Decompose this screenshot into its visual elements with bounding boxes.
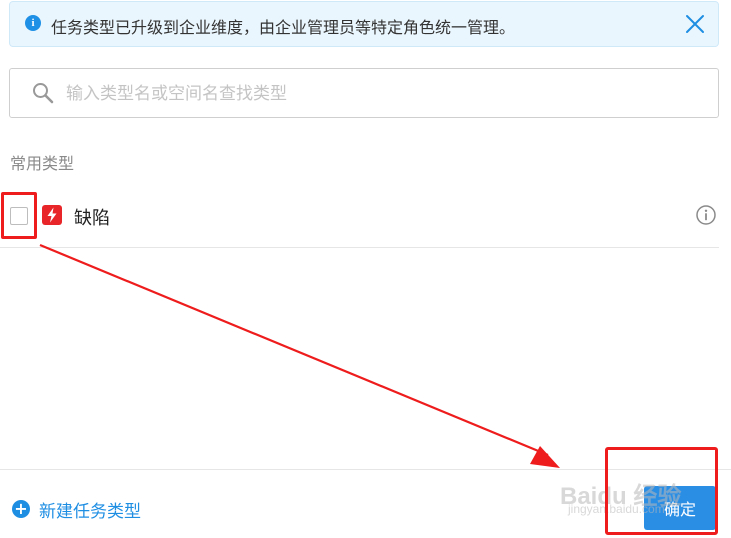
new-task-type-label: 新建任务类型 bbox=[39, 502, 141, 522]
info-icon: i bbox=[25, 15, 41, 31]
type-checkbox[interactable] bbox=[10, 207, 28, 225]
type-label: 缺陷 bbox=[74, 208, 110, 229]
notice-banner: i 任务类型已升级到企业维度，由企业管理员等特定角色统一管理。 bbox=[9, 1, 719, 47]
lightning-bolt-icon bbox=[42, 205, 62, 225]
info-circle-icon[interactable] bbox=[695, 204, 717, 226]
notice-text: 任务类型已升级到企业维度，由企业管理员等特定角色统一管理。 bbox=[51, 18, 516, 37]
search-box bbox=[9, 68, 719, 118]
type-row[interactable]: 缺陷 bbox=[0, 186, 719, 248]
plus-circle-icon: + bbox=[12, 500, 30, 518]
section-title: 常用类型 bbox=[10, 154, 75, 173]
confirm-button[interactable]: 确定 bbox=[644, 486, 716, 530]
footer: + 新建任务类型 确定 bbox=[0, 469, 731, 538]
close-icon[interactable] bbox=[683, 12, 707, 36]
search-icon bbox=[33, 83, 54, 104]
search-input[interactable] bbox=[64, 80, 698, 108]
